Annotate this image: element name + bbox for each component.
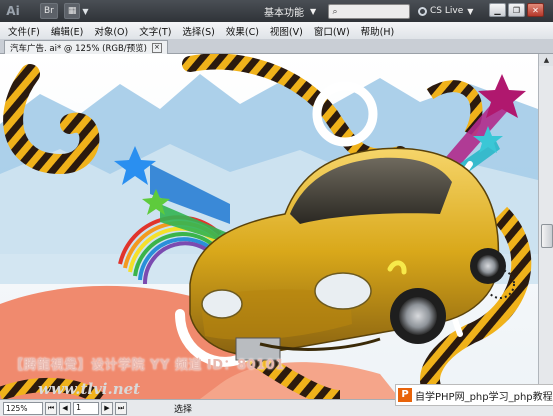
next-page-icon[interactable]: ▶ [101,401,113,415]
menu-edit[interactable]: 编辑(E) [51,24,83,38]
first-page-icon[interactable]: ⏮ [45,401,57,415]
artboard-canvas[interactable]: 【腾龍視覺】设计学院 YY 频道 ID：80101 www.tlvi.net [0,54,538,399]
vertical-scrollbar[interactable]: ▲ ▼ [538,54,553,399]
site-watermark-badge: P 自学PHP网_php学习_php教程 [395,384,553,406]
document-tab-bar: 汽车广告. ai* @ 125% (RGB/预览) × [0,39,553,54]
close-icon[interactable]: ✕ [527,3,544,17]
menu-effect[interactable]: 效果(C) [226,24,259,38]
previous-page-icon[interactable]: ◀ [59,401,71,415]
menu-bar: 文件(F) 编辑(E) 对象(O) 文字(T) 选择(S) 效果(C) 视图(V… [0,22,553,40]
search-icon: ⌕ [332,6,338,17]
menu-type[interactable]: 文字(T) [139,24,171,38]
search-box[interactable]: ⌕ [328,4,410,19]
menu-object[interactable]: 对象(O) [94,24,128,38]
chevron-down-icon[interactable]: ▼ [82,7,88,16]
bridge-button[interactable]: Br [40,3,58,19]
site-watermark-text: 自学PHP网_php学习_php教程 [415,391,553,403]
zoom-value: 125% [6,403,28,413]
arrange-documents-button[interactable]: ▦ [63,3,81,19]
scroll-thumb[interactable] [541,224,553,248]
watermark-text: 【腾龍視覺】设计学院 YY 频道 ID：80101 [10,358,285,373]
php-logo-icon: P [398,388,412,402]
page-number-field[interactable]: 1 [73,401,99,415]
chevron-down-icon: ▼ [467,6,474,16]
status-text: 选择 [174,405,193,415]
watermark-url: www.tlvi.net [38,380,141,398]
workspace-label: 基本功能 [264,7,304,19]
window-controls: ▁ ❐ ✕ [489,3,544,17]
workspace-switcher[interactable]: 基本功能 ▼ [264,3,316,19]
last-page-icon[interactable]: ⏭ [115,401,127,415]
document-tab-label: 汽车广告. ai* @ 125% (RGB/预览) [10,43,147,54]
menu-view[interactable]: 视图(V) [270,24,303,38]
menu-window[interactable]: 窗口(W) [314,24,350,38]
close-tab-icon[interactable]: × [151,42,162,53]
document-tab[interactable]: 汽车广告. ai* @ 125% (RGB/预览) × [4,40,168,54]
chevron-down-icon: ▼ [310,6,317,16]
car-ad-artwork [0,54,538,399]
restore-icon[interactable]: ❐ [508,3,525,17]
cs-live-icon [418,6,427,16]
cs-live-label: CS Live [430,6,464,16]
menu-select[interactable]: 选择(S) [182,24,214,38]
cs-live-button[interactable]: CS Live ▼ [418,4,473,18]
minimize-icon[interactable]: ▁ [489,3,506,17]
menu-file[interactable]: 文件(F) [8,24,40,38]
app-logo-icon: Ai [6,4,20,18]
zoom-select[interactable]: 125% [3,401,43,415]
scroll-up-icon[interactable]: ▲ [539,54,553,66]
menu-help[interactable]: 帮助(H) [361,24,395,38]
